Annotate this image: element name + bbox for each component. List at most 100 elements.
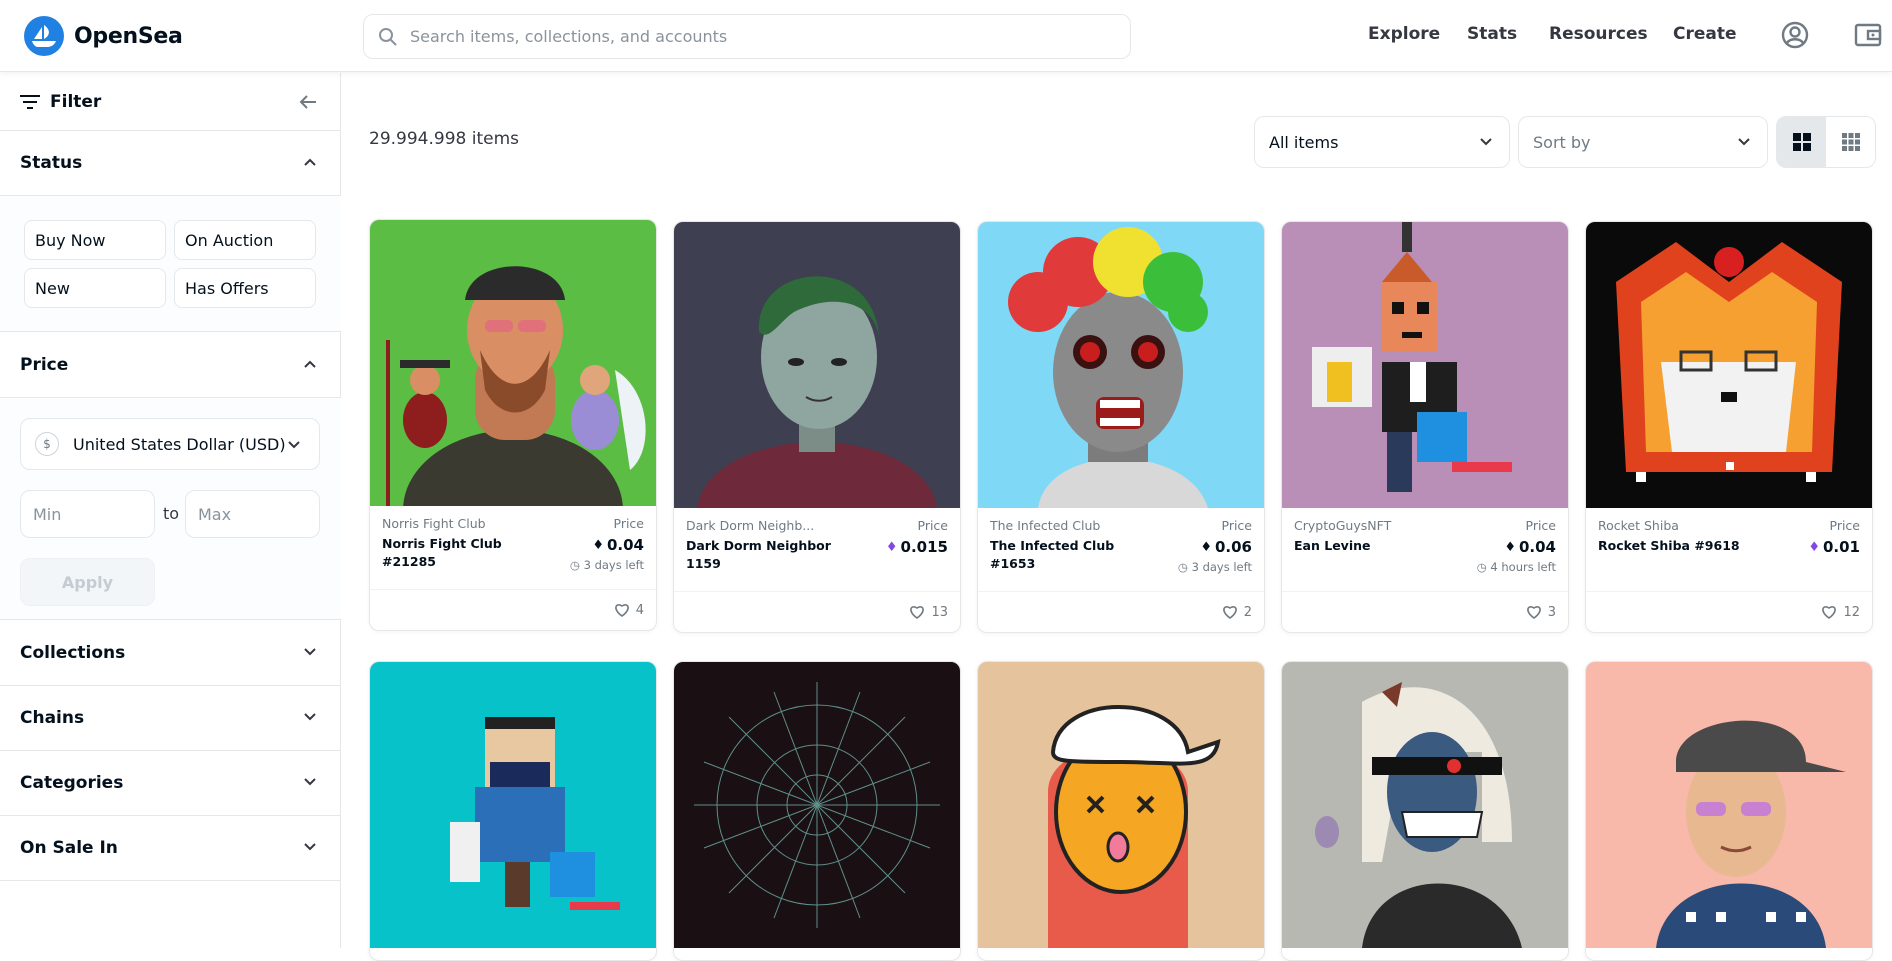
chevron-down-icon xyxy=(304,713,316,721)
time-left: ◷ 3 days left xyxy=(569,558,644,572)
chevron-down-icon xyxy=(1738,138,1750,146)
heart-icon[interactable] xyxy=(1526,605,1542,619)
filter-header[interactable]: Filter xyxy=(0,73,341,131)
nav-stats[interactable]: Stats xyxy=(1467,24,1517,44)
all-items-dropdown[interactable]: All items xyxy=(1254,116,1510,168)
like-count: 12 xyxy=(1843,604,1860,620)
like-count: 13 xyxy=(931,604,948,620)
wallet-icon[interactable] xyxy=(1853,20,1885,52)
nft-image[interactable] xyxy=(370,662,656,948)
nft-image[interactable] xyxy=(674,662,960,948)
token-name: Dark Dorm Neighbor 1159 xyxy=(686,538,831,571)
card-info: Norris Fight Club Norris Fight Club #212… xyxy=(370,506,656,590)
categories-section-header[interactable]: Categories xyxy=(0,751,341,816)
price-label: Price xyxy=(1829,518,1861,533)
nft-card[interactable] xyxy=(1281,661,1569,961)
main-content: 29.994.998 items All items Sort by Norri… xyxy=(342,73,1892,961)
heart-icon[interactable] xyxy=(614,603,630,617)
status-new[interactable]: New xyxy=(24,268,166,308)
nft-card[interactable] xyxy=(977,661,1265,961)
price-section-header[interactable]: Price xyxy=(0,333,341,398)
currency-select[interactable]: $ United States Dollar (USD) xyxy=(20,418,320,470)
likes[interactable]: 3 xyxy=(1282,592,1568,632)
search-input[interactable] xyxy=(410,27,1110,46)
price-label: Price xyxy=(1525,518,1557,533)
card-info: Rocket Shiba Rocket Shiba #9618 Price ♦ 0… xyxy=(1586,508,1872,592)
chains-title: Chains xyxy=(20,708,85,728)
nft-card[interactable] xyxy=(369,661,657,961)
nft-card[interactable]: The Infected Club The Infected Club #165… xyxy=(977,221,1265,633)
price-max-input[interactable] xyxy=(185,490,320,538)
price-value: ♦ 0.01 xyxy=(1808,538,1860,556)
collection-name[interactable]: The Infected Club xyxy=(990,518,1140,533)
likes[interactable]: 13 xyxy=(674,592,960,632)
likes[interactable]: 2 xyxy=(978,592,1264,632)
filter-title: Filter xyxy=(50,91,102,112)
search-icon xyxy=(379,27,397,46)
token-name: Rocket Shiba #9618 xyxy=(1598,538,1740,553)
categories-title: Categories xyxy=(20,773,124,793)
price-value: ♦ 0.015 xyxy=(885,538,948,556)
account-icon[interactable] xyxy=(1780,20,1812,52)
status-title: Status xyxy=(20,153,83,173)
like-count: 3 xyxy=(1547,604,1556,620)
nft-image[interactable] xyxy=(1586,222,1872,508)
nft-image[interactable] xyxy=(1586,662,1872,948)
heart-icon[interactable] xyxy=(1821,605,1837,619)
nft-card[interactable]: CryptoGuysNFT Ean Levine Price ♦ 0.04 ◷ 4… xyxy=(1281,221,1569,633)
likes[interactable]: 12 xyxy=(1586,592,1872,632)
token-name: Ean Levine xyxy=(1294,538,1371,553)
nft-card[interactable]: Rocket Shiba Rocket Shiba #9618 Price ♦ 0… xyxy=(1585,221,1873,633)
heart-icon[interactable] xyxy=(1222,605,1238,619)
price-min-input[interactable] xyxy=(20,490,155,538)
heart-icon[interactable] xyxy=(909,605,925,619)
eth-icon: ♦ xyxy=(1200,539,1212,555)
sort-by-dropdown[interactable]: Sort by xyxy=(1518,116,1768,168)
nft-card[interactable]: Dark Dorm Neighb... Dark Dorm Neighbor 1… xyxy=(673,221,961,633)
collection-name[interactable]: CryptoGuysNFT xyxy=(1294,518,1444,533)
status-buy-now[interactable]: Buy Now xyxy=(24,220,166,260)
collapse-arrow-left-icon[interactable] xyxy=(299,93,317,111)
large-grid-view-icon[interactable] xyxy=(1777,117,1826,167)
sort-by-label: Sort by xyxy=(1533,132,1591,152)
nav-create[interactable]: Create xyxy=(1673,24,1737,44)
nft-card[interactable] xyxy=(673,661,961,961)
filter-sidebar: Filter Status Buy Now On Auction New Has… xyxy=(0,73,341,948)
status-on-auction[interactable]: On Auction xyxy=(174,220,316,260)
eth-icon: ♦ xyxy=(592,537,604,553)
small-grid-view-icon[interactable] xyxy=(1826,117,1875,167)
opensea-logo[interactable]: OpenSea xyxy=(24,16,183,56)
search-bar[interactable] xyxy=(363,14,1131,59)
apply-button[interactable]: Apply xyxy=(20,558,155,606)
price-label: Price xyxy=(917,518,949,533)
collection-name[interactable]: Rocket Shiba xyxy=(1598,518,1748,533)
nft-image[interactable] xyxy=(978,662,1264,948)
price-value: ♦ 0.04 xyxy=(592,536,644,554)
chevron-down-icon xyxy=(304,648,316,656)
brand-name: OpenSea xyxy=(74,23,183,49)
collections-section-header[interactable]: Collections xyxy=(0,621,341,686)
chains-section-header[interactable]: Chains xyxy=(0,686,341,751)
nft-image[interactable] xyxy=(1282,222,1568,508)
collection-name[interactable]: Norris Fight Club xyxy=(382,516,532,531)
token-name: Norris Fight Club #21285 xyxy=(382,536,502,569)
nav-explore[interactable]: Explore xyxy=(1368,24,1440,44)
nft-image[interactable] xyxy=(370,220,656,506)
likes[interactable]: 4 xyxy=(370,590,656,630)
on-sale-in-section-header[interactable]: On Sale In xyxy=(0,816,341,881)
nft-image[interactable] xyxy=(1282,662,1568,948)
nav-resources[interactable]: Resources xyxy=(1549,24,1648,44)
nft-card[interactable] xyxy=(1585,661,1873,961)
price-panel: $ United States Dollar (USD) to Apply xyxy=(0,398,341,620)
collection-name[interactable]: Dark Dorm Neighb... xyxy=(686,518,836,533)
status-section-header[interactable]: Status xyxy=(0,131,341,196)
nft-card[interactable]: Norris Fight Club Norris Fight Club #212… xyxy=(369,219,657,631)
nft-image[interactable] xyxy=(978,222,1264,508)
time-left: ◷ 3 days left xyxy=(1177,560,1252,574)
nft-image[interactable] xyxy=(674,222,960,508)
like-count: 2 xyxy=(1243,604,1252,620)
on-sale-in-title: On Sale In xyxy=(20,838,118,858)
top-navigation-bar: OpenSea Explore Stats Resources Create xyxy=(0,0,1892,72)
collections-title: Collections xyxy=(20,643,126,663)
status-has-offers[interactable]: Has Offers xyxy=(174,268,316,308)
